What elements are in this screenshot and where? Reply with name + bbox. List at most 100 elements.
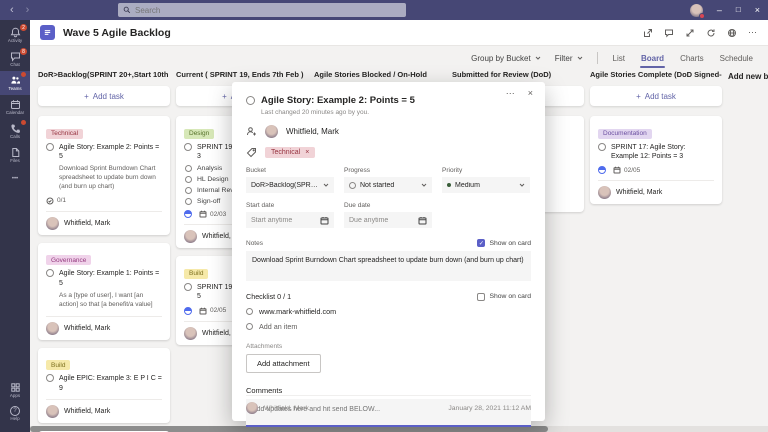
modal-close-icon[interactable]: × bbox=[528, 88, 533, 99]
assignee-name: Whitfield, Mark bbox=[64, 220, 110, 227]
tab-schedule[interactable]: Schedule bbox=[719, 50, 754, 67]
bucket-column-backlog: DoR>Backlog(SPRINT 20+,Start 10th Feb) +… bbox=[38, 70, 170, 432]
avatar bbox=[184, 230, 197, 243]
close-window-button[interactable]: × bbox=[755, 0, 760, 20]
apps-grid-icon bbox=[10, 382, 21, 393]
profile-avatar[interactable] bbox=[690, 4, 703, 17]
due-date-icon bbox=[199, 210, 207, 218]
add-attachment-button[interactable]: Add attachment bbox=[246, 354, 321, 373]
rail-label: Teams bbox=[8, 87, 21, 92]
add-task-button[interactable]: +Add task bbox=[590, 86, 722, 106]
checklist-show-on-card-checkbox[interactable] bbox=[477, 293, 485, 301]
due-date: 02/03 bbox=[210, 211, 226, 218]
due-date-field[interactable]: Due anytime bbox=[344, 212, 432, 228]
task-card[interactable]: Documentation SPRINT 17: Agile Story: Ex… bbox=[590, 116, 722, 204]
due-date-icon bbox=[199, 307, 207, 315]
sidebar-item-activity[interactable]: 2 Activity bbox=[0, 23, 30, 47]
maximize-button[interactable]: □ bbox=[736, 0, 741, 20]
avatar bbox=[598, 186, 611, 199]
complete-task-circle[interactable] bbox=[184, 143, 192, 151]
feedback-icon[interactable] bbox=[664, 28, 674, 38]
start-date-field[interactable]: Start anytime bbox=[246, 212, 334, 228]
presence-dot bbox=[699, 13, 705, 19]
due-date: 02/05 bbox=[210, 307, 226, 314]
rail-label: Apps bbox=[10, 394, 20, 399]
last-changed-text: Last changed 20 minutes ago by you. bbox=[261, 109, 531, 116]
complete-task-circle[interactable] bbox=[184, 283, 192, 291]
add-task-button[interactable]: +Add task bbox=[38, 86, 170, 106]
checklist-item-label: www.mark-whitfield.com bbox=[259, 307, 336, 316]
label-chip: Governance bbox=[46, 255, 91, 265]
bucket-dropdown[interactable]: DoR>Backlog(SPRINT 20+,Start 10th Feb) bbox=[246, 177, 334, 193]
check-circle[interactable] bbox=[185, 198, 192, 205]
remove-label-icon[interactable]: × bbox=[305, 149, 309, 156]
check-circle[interactable] bbox=[185, 165, 192, 172]
sidebar-item-more[interactable]: ••• bbox=[0, 167, 30, 191]
tab-charts[interactable]: Charts bbox=[679, 50, 705, 67]
back-button[interactable]: ‹ bbox=[10, 4, 14, 16]
search-bar[interactable] bbox=[118, 3, 406, 17]
group-by-dropdown[interactable]: Group by Bucket bbox=[471, 54, 541, 63]
popout-icon[interactable] bbox=[643, 28, 653, 38]
sidebar-item-help[interactable]: ? Help bbox=[0, 402, 30, 426]
search-input[interactable] bbox=[135, 6, 401, 15]
in-progress-icon bbox=[184, 210, 192, 218]
resize-icon[interactable] bbox=[685, 28, 695, 38]
progress-dropdown[interactable]: Not started bbox=[344, 177, 432, 193]
task-title: Agile Story: Example 2: Points = 5 bbox=[59, 143, 162, 162]
globe-icon[interactable] bbox=[727, 28, 737, 38]
check-circle[interactable] bbox=[185, 187, 192, 194]
label-chip-text: Technical bbox=[271, 149, 300, 156]
label-chip: Documentation bbox=[598, 129, 652, 139]
sidebar-item-teams[interactable]: Teams bbox=[0, 71, 30, 95]
tab-board[interactable]: Board bbox=[640, 50, 665, 67]
add-checklist-item[interactable]: Add an item bbox=[246, 322, 531, 331]
assign-person-icon[interactable] bbox=[246, 126, 257, 137]
task-card[interactable]: Governance Agile Story: Example 1: Point… bbox=[38, 243, 170, 340]
modal-more-icon[interactable]: ⋯ bbox=[506, 88, 515, 99]
attachments-label: Attachments bbox=[246, 343, 531, 350]
complete-task-circle[interactable] bbox=[46, 374, 54, 382]
complete-task-circle[interactable] bbox=[46, 143, 54, 151]
task-detail-modal: ⋯ × Agile Story: Example 2: Points = 5 L… bbox=[232, 82, 545, 421]
refresh-icon[interactable] bbox=[706, 28, 716, 38]
comments-label: Comments bbox=[246, 386, 531, 395]
sidebar-item-calls[interactable]: Calls bbox=[0, 119, 30, 143]
forward-button[interactable]: › bbox=[26, 4, 30, 16]
complete-task-circle[interactable] bbox=[598, 143, 606, 151]
label-tag-icon[interactable] bbox=[246, 147, 257, 158]
activity-badge: 2 bbox=[20, 24, 27, 31]
add-new-bucket-button[interactable]: Add new bucket bbox=[728, 72, 768, 81]
priority-dropdown[interactable]: Medium bbox=[442, 177, 530, 193]
bucket-field-label: Bucket bbox=[246, 167, 334, 174]
complete-task-circle[interactable] bbox=[246, 96, 255, 105]
notes-textarea[interactable]: Download Sprint Burndown Chart spreadshe… bbox=[246, 251, 531, 281]
priority-value: Medium bbox=[455, 182, 515, 189]
check-circle[interactable] bbox=[246, 308, 253, 315]
sidebar-item-chat[interactable]: 8 Chat bbox=[0, 47, 30, 71]
tab-list[interactable]: List bbox=[612, 50, 626, 67]
minimize-button[interactable]: – bbox=[717, 0, 722, 20]
more-icon: ••• bbox=[12, 176, 18, 182]
priority-field-label: Priority bbox=[442, 167, 530, 174]
sidebar-item-calendar[interactable]: Calendar bbox=[0, 95, 30, 119]
filter-dropdown[interactable]: Filter bbox=[555, 54, 583, 63]
bucket-title: DoR>Backlog(SPRINT 20+,Start 10th Feb) bbox=[38, 70, 170, 82]
sidebar-item-apps[interactable]: Apps bbox=[0, 378, 30, 402]
task-card[interactable]: Technical Agile Story: Example 2: Points… bbox=[38, 116, 170, 235]
more-options-icon[interactable]: ⋯ bbox=[748, 27, 758, 38]
assignee-name: Whitfield, Mark bbox=[64, 325, 110, 332]
task-description: As a [type of user], I want [an action] … bbox=[59, 292, 162, 310]
chat-icon bbox=[10, 51, 21, 62]
label-chip[interactable]: Technical × bbox=[265, 147, 315, 158]
check-circle[interactable] bbox=[185, 176, 192, 183]
notes-show-on-card-checkbox[interactable]: ✓ bbox=[477, 239, 485, 247]
sidebar-item-files[interactable]: Files bbox=[0, 143, 30, 167]
add-item-label: Add an item bbox=[259, 322, 297, 331]
complete-task-circle[interactable] bbox=[46, 269, 54, 277]
checklist-count: 0/1 bbox=[57, 197, 66, 204]
checklist-item[interactable]: www.mark-whitfield.com bbox=[246, 307, 531, 316]
show-on-card-label: Show on card bbox=[489, 240, 531, 247]
task-card[interactable]: Build Agile EPIC: Example 3: E P I C = 9… bbox=[38, 348, 170, 423]
page-title: Wave 5 Agile Backlog bbox=[63, 27, 171, 39]
